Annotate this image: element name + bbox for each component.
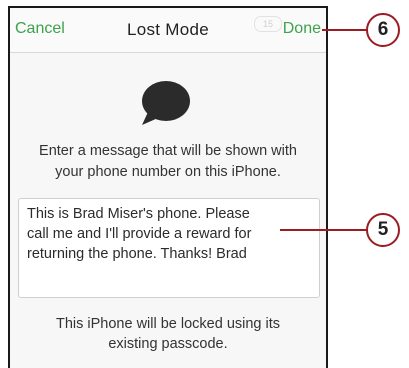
callout-6-badge: 6 xyxy=(366,13,400,47)
speech-bubble-icon xyxy=(138,78,194,130)
passcode-note-line: This iPhone will be locked using its xyxy=(55,316,281,332)
callout-5-badge: 5 xyxy=(366,213,400,247)
message-line: call me and I'll provide a reward for xyxy=(27,226,252,242)
instruction-line: your phone number on this iPhone. xyxy=(55,164,281,180)
callout-6-leader-line xyxy=(322,29,368,31)
done-button[interactable]: Done xyxy=(283,20,321,38)
navigation-bar: Cancel Lost Mode 15 Done xyxy=(10,8,326,53)
message-line: This is Brad Miser's phone. Please xyxy=(27,206,250,222)
phone-screen: Cancel Lost Mode 15 Done Enter a message… xyxy=(8,6,328,368)
message-line: returning the phone. Thanks! Brad xyxy=(27,246,247,262)
passcode-note-line: existing passcode. xyxy=(108,336,228,352)
instruction-line: Enter a message that will be shown with xyxy=(39,143,297,159)
background-map-marker: 15 xyxy=(254,16,282,32)
passcode-note: This iPhone will be locked using its exi… xyxy=(10,314,326,354)
callout-5-leader-line xyxy=(280,229,368,231)
message-text-area[interactable]: This is Brad Miser's phone. Please call … xyxy=(18,198,320,298)
instruction-text: Enter a message that will be shown with … xyxy=(10,141,326,183)
